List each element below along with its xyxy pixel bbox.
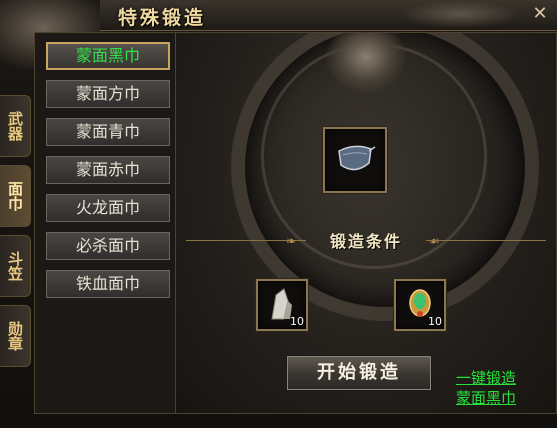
material-count: 10 (428, 315, 442, 328)
tab-hat[interactable]: 斗笠 (0, 235, 31, 297)
material-count: 10 (290, 315, 304, 328)
close-button[interactable]: ✕ (529, 4, 551, 24)
conditions-label: 锻造条件 (329, 232, 402, 251)
material-slot-2[interactable]: 10 (394, 279, 446, 331)
forge-window: 特殊锻造 ✕ 武器 面巾 斗笠 勋章 蒙面黑巾 蒙面方巾 蒙面青巾 蒙面赤巾 火… (0, 0, 557, 428)
list-item-iron-blood-mask[interactable]: 铁血面巾 (45, 269, 171, 299)
quick-forge-item-link[interactable]: 蒙面黑巾 (456, 387, 516, 408)
start-forge-button[interactable]: 开始锻造 (286, 355, 432, 391)
list-item-red-mask[interactable]: 蒙面赤巾 (45, 155, 171, 185)
list-item-deadly-mask[interactable]: 必杀面巾 (45, 231, 171, 261)
tab-weapon[interactable]: 武器 (0, 95, 31, 157)
window-title: 特殊锻造 (118, 7, 207, 29)
dragon-head-icon (326, 33, 406, 93)
item-list: 蒙面黑巾 蒙面方巾 蒙面青巾 蒙面赤巾 火龙面巾 必杀面巾 铁血面巾 (34, 32, 176, 414)
list-item-square-mask[interactable]: 蒙面方巾 (45, 79, 171, 109)
face-mask-icon (338, 145, 376, 171)
ornament-left-icon: ❧ (286, 234, 297, 248)
list-item-fire-dragon-mask[interactable]: 火龙面巾 (45, 193, 171, 223)
tab-medal[interactable]: 勋章 (0, 305, 31, 367)
tab-face-mask[interactable]: 面巾 (0, 165, 31, 227)
conditions-header: ❧ 锻造条件 ☙ (176, 226, 556, 256)
forge-panel: ❧ 锻造条件 ☙ 10 10 开始锻造 一键锻造 蒙面黑巾 (175, 32, 557, 414)
list-item-blue-mask[interactable]: 蒙面青巾 (45, 117, 171, 147)
list-item-black-mask[interactable]: 蒙面黑巾 (45, 41, 171, 71)
ornament-right-icon: ☙ (429, 234, 440, 248)
dragon-tail-ornament (400, 0, 520, 28)
quick-forge-link[interactable]: 一键锻造 (456, 367, 516, 388)
target-item-slot[interactable] (323, 127, 387, 193)
divider-right (426, 240, 546, 241)
category-tabs: 武器 面巾 斗笠 勋章 (0, 95, 34, 375)
material-slot-1[interactable]: 10 (256, 279, 308, 331)
